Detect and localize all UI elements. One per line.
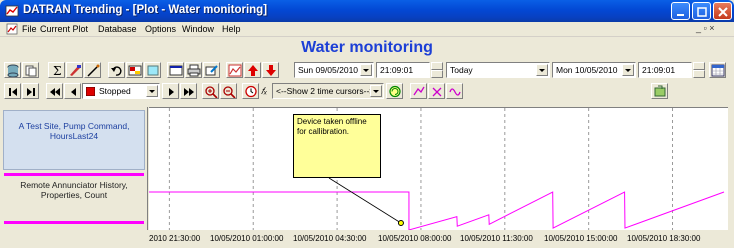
cursor-mode-select[interactable]: <--Show 2 time cursors--> bbox=[272, 83, 384, 99]
end-time-value: 21:09:01 bbox=[642, 65, 676, 75]
spin-up-icon[interactable] bbox=[431, 62, 443, 70]
chart-icon[interactable] bbox=[226, 62, 243, 78]
range-mode-select[interactable]: Today bbox=[446, 62, 550, 78]
spin-down-icon[interactable] bbox=[431, 70, 443, 78]
window-icon[interactable] bbox=[167, 62, 184, 78]
x-tick-label: 10/05/2010 04:30:00 bbox=[293, 234, 367, 243]
menu-bar: File Current Plot Database Options Windo… bbox=[0, 22, 734, 37]
stop-icon bbox=[86, 87, 95, 96]
x-tick-label: 2010 21:30:00 bbox=[149, 234, 201, 243]
menu-options[interactable]: Options bbox=[145, 24, 176, 34]
dropdown-arrow-icon[interactable] bbox=[536, 64, 548, 76]
play-state-value: Stopped bbox=[99, 86, 131, 96]
start-time-value: 21:09:01 bbox=[380, 65, 414, 75]
first-record-icon[interactable] bbox=[4, 83, 21, 99]
trend-mix-icon[interactable] bbox=[428, 83, 445, 99]
toolbar-row-1: Σ Sun 09/05/2010 21:09:01 Today Mon 10/0… bbox=[4, 62, 734, 80]
x-tick-label: 10/05/2010 08:00:00 bbox=[378, 234, 452, 243]
end-time-spinner[interactable] bbox=[693, 62, 705, 78]
spin-up-icon[interactable] bbox=[693, 62, 705, 70]
trend-plot[interactable] bbox=[149, 108, 728, 231]
zoom-out-icon[interactable] bbox=[220, 83, 237, 99]
calendar-icon[interactable] bbox=[709, 62, 726, 78]
close-button[interactable] bbox=[713, 2, 732, 20]
menu-file[interactable]: File bbox=[22, 24, 37, 34]
cursor-mode-value: <--Show 2 time cursors--> bbox=[276, 86, 375, 96]
properties-icon[interactable] bbox=[126, 62, 143, 78]
x-tick-label: 10/05/2010 11:30:00 bbox=[460, 234, 533, 243]
start-date-select[interactable]: Sun 09/05/2010 bbox=[294, 62, 374, 78]
document-icon[interactable] bbox=[6, 23, 18, 35]
legend-trace-2-label: Remote Annunciator History, Properties, … bbox=[20, 180, 128, 200]
minimize-button[interactable] bbox=[671, 2, 690, 20]
start-date-value: Sun 09/05/2010 bbox=[298, 65, 359, 75]
legend-trace-1-label: A Test Site, Pump Command, HoursLast24 bbox=[18, 121, 130, 141]
menu-current-plot[interactable]: Current Plot bbox=[40, 24, 88, 34]
arrow-down-icon[interactable] bbox=[262, 62, 279, 78]
plot-area[interactable] bbox=[149, 107, 728, 231]
copy-icon[interactable] bbox=[22, 62, 39, 78]
spin-down-icon[interactable] bbox=[693, 70, 705, 78]
export-icon[interactable] bbox=[203, 62, 220, 78]
colour-pen-icon[interactable] bbox=[66, 62, 83, 78]
tag-add-icon[interactable] bbox=[651, 83, 668, 99]
dropdown-arrow-icon[interactable] bbox=[146, 85, 158, 97]
app-icon[interactable] bbox=[5, 4, 19, 18]
series-line[interactable] bbox=[149, 191, 725, 231]
clock-icon[interactable] bbox=[242, 83, 259, 99]
rewind-icon[interactable] bbox=[64, 83, 81, 99]
dropdown-arrow-icon[interactable] bbox=[360, 64, 372, 76]
play-state-select[interactable]: Stopped bbox=[82, 83, 160, 99]
trace-1-colour-bar bbox=[4, 173, 144, 176]
trace-2-colour-bar bbox=[4, 221, 144, 224]
annotation-pointer bbox=[328, 177, 402, 224]
title-bar: DATRAN Trending - [Plot - Water monitori… bbox=[0, 0, 734, 22]
toolbar-row-2: Stopped 𝑓ₓ <--Show 2 time cursors--> bbox=[4, 83, 734, 101]
fast-rewind-icon[interactable] bbox=[46, 83, 63, 99]
end-date-value: Mon 10/05/2010 bbox=[556, 65, 618, 75]
cursor-tool-icon: 𝑓ₓ bbox=[261, 86, 268, 96]
range-mode-value: Today bbox=[450, 65, 473, 75]
fast-forward-icon[interactable] bbox=[180, 83, 197, 99]
window-title: DATRAN Trending - [Plot - Water monitori… bbox=[23, 4, 268, 16]
open-database-icon[interactable] bbox=[4, 62, 21, 78]
last-record-icon[interactable] bbox=[22, 83, 39, 99]
end-date-select[interactable]: Mon 10/05/2010 bbox=[552, 62, 636, 78]
trend-wave-icon[interactable] bbox=[446, 83, 463, 99]
legend-trace-2[interactable]: Remote Annunciator History, Properties, … bbox=[3, 178, 145, 218]
zoom-in-icon[interactable] bbox=[202, 83, 219, 99]
restore-button[interactable] bbox=[692, 2, 711, 20]
mdi-controls[interactable]: _ ▫ × bbox=[696, 23, 714, 33]
svg-text:Σ: Σ bbox=[53, 64, 61, 77]
legend-panel: A Test Site, Pump Command, HoursLast24 R… bbox=[0, 107, 148, 230]
menu-window[interactable]: Window bbox=[182, 24, 214, 34]
dropdown-arrow-icon[interactable] bbox=[370, 85, 382, 97]
sum-icon[interactable]: Σ bbox=[48, 62, 65, 78]
annotation-note[interactable]: Device taken offline for callibration. bbox=[293, 114, 381, 178]
refresh-icon[interactable] bbox=[386, 83, 403, 99]
dropdown-arrow-icon[interactable] bbox=[622, 64, 634, 76]
plot-title: Water monitoring bbox=[301, 39, 433, 56]
annotation-marker[interactable] bbox=[397, 220, 404, 226]
arrow-up-icon[interactable] bbox=[244, 62, 261, 78]
annotation-text: Device taken offline for callibration. bbox=[297, 117, 367, 136]
menu-database[interactable]: Database bbox=[98, 24, 137, 34]
x-tick-label: 10/05/2010 01:00:00 bbox=[210, 234, 284, 243]
x-tick-label: 10/05/2010 15:00:00 bbox=[544, 234, 618, 243]
legend-trace-1[interactable]: A Test Site, Pump Command, HoursLast24 bbox=[3, 110, 145, 170]
trend-up-icon[interactable] bbox=[410, 83, 427, 99]
undo-icon[interactable] bbox=[108, 62, 125, 78]
grid-colour-icon[interactable] bbox=[144, 62, 161, 78]
menu-help[interactable]: Help bbox=[222, 24, 241, 34]
draw-line-icon[interactable] bbox=[84, 62, 101, 78]
x-tick-label: 10/05/2010 18:30:00 bbox=[627, 234, 701, 243]
start-time-spinner[interactable] bbox=[431, 62, 443, 78]
play-icon[interactable] bbox=[162, 83, 179, 99]
time-axis: 2010 21:30:00 10/05/2010 01:00:00 10/05/20… bbox=[149, 230, 734, 248]
print-icon[interactable] bbox=[185, 62, 202, 78]
end-time-field[interactable]: 21:09:01 bbox=[638, 62, 692, 78]
start-time-field[interactable]: 21:09:01 bbox=[376, 62, 430, 78]
